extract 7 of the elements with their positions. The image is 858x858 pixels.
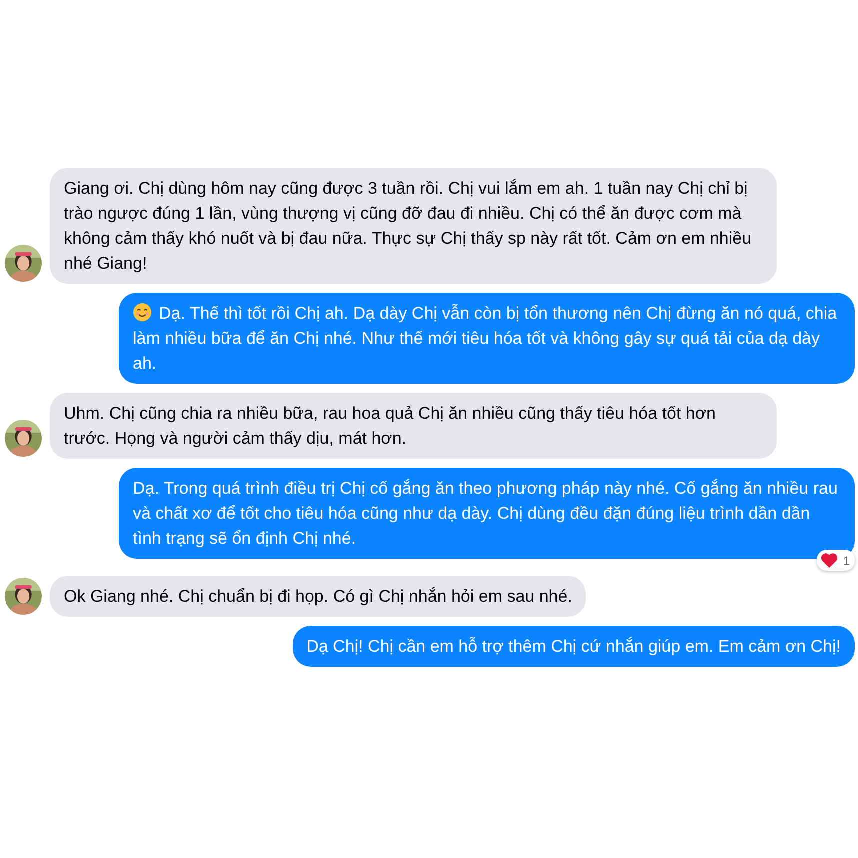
message-bubble: Dạ. Thế thì tốt rồi Chị ah. Dạ dày Chị vẫn còn bị tổn thương nên Chị đừng ăn nó quá, chia làm nhiều bữa để ăn Chị nhé. Như thế mới tiêu hóa tốt và không gây sự quá tải của dạ dày ah. [119,293,855,384]
message-bubble: Giang ơi. Chị dùng hôm nay cũng được 3 tuần rồi. Chị vui lắm em ah. 1 tuần nay Chị chỉ bị trào ngược đúng 1 lần, vùng thượng vị cũng đỡ đau đi nhiều. Chị có thể ăn được cơm mà không cảm thấy khó nuốt và bị đau nữa. Thực sự Chị thấy sp này rất tốt. Cảm ơn em nhiều nhé Giang! [50,168,777,284]
reaction-badge[interactable]: 1 [817,550,855,571]
message-bubble: Ok Giang nhé. Chị chuẩn bị đi họp. Có gì Chị nhắn hỏi em sau nhé. [50,576,586,617]
message-bubble: Uhm. Chị cũng chia ra nhiều bữa, rau hoa quả Chị ăn nhiều cũng thấy tiêu hóa tốt hơn trước. Họng và người cảm thấy dịu, mát hơn. [50,393,777,459]
message-bubble: Dạ Chị! Chị cần em hỗ trợ thêm Chị cứ nhắn giúp em. Em cảm ơn Chị! [292,626,855,667]
heart-icon [820,552,840,569]
